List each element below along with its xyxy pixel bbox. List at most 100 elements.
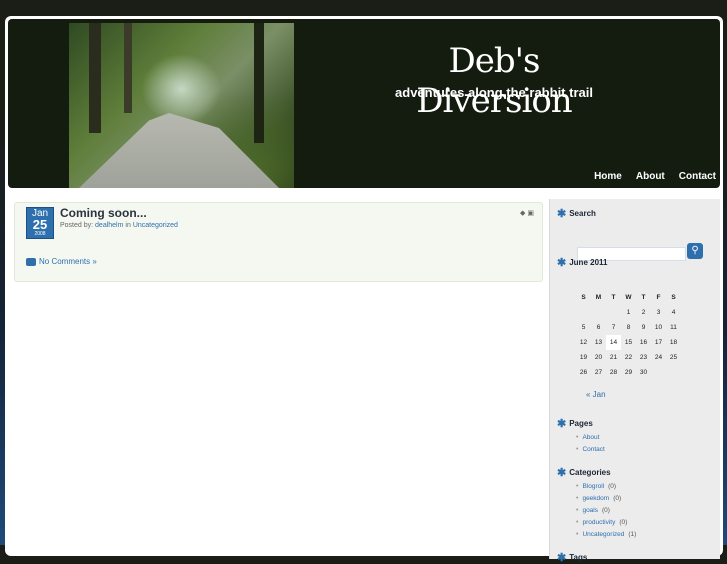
calendar-header: T — [611, 294, 616, 301]
calendar-day: 28 — [609, 369, 618, 376]
list-item: • geekdom (0) — [576, 492, 636, 504]
calendar-day: 17 — [654, 339, 663, 346]
calendar-week: 1 2 3 4 — [576, 305, 681, 320]
bullet: • — [576, 518, 579, 526]
calendar-week: 19 20 21 22 23 24 25 — [576, 350, 681, 365]
calendar-table: S M T W T F S 1 2 3 4 5 6 7 8 9 10 11 12 13 14 15 16 17 1… — [576, 290, 681, 380]
search-icon[interactable]: ⚲ — [687, 243, 703, 259]
calendar-day: 23 — [639, 354, 648, 361]
page-link-about[interactable]: About — [582, 434, 599, 441]
calendar-day: 11 — [670, 324, 677, 331]
category-link[interactable]: geekdom — [582, 495, 609, 502]
list-item: • goals (0) — [576, 504, 636, 516]
calendar-day: 14 — [606, 335, 621, 350]
main-nav: Home About Contact — [594, 171, 716, 182]
category-link[interactable]: goals — [582, 507, 598, 514]
calendar-day: 21 — [609, 354, 618, 361]
categories-widget-title: ✱ Categories — [557, 466, 611, 479]
calendar-widget-title: ✱ June 2011 — [557, 256, 607, 269]
category-count: (0) — [619, 518, 628, 526]
category-count: (0) — [602, 506, 610, 514]
calendar-week: 5 6 7 8 9 10 11 — [576, 320, 681, 335]
calendar-day: 4 — [671, 309, 676, 316]
star-icon: ✱ — [557, 418, 567, 430]
tree-trunk — [254, 23, 264, 143]
bullet: • — [576, 482, 579, 490]
page-link-contact[interactable]: Contact — [582, 446, 604, 453]
calendar-day: 7 — [611, 324, 616, 331]
calendar-day: 3 — [656, 309, 661, 316]
site-header: Deb's Diversion adventures along the rab… — [8, 19, 720, 188]
tree-trunk — [89, 23, 101, 133]
calendar-day: 25 — [669, 354, 678, 361]
calendar-day: 10 — [654, 324, 663, 331]
bullet: • — [576, 494, 579, 502]
calendar-day: 15 — [624, 339, 633, 346]
list-item: • Contact — [576, 443, 605, 455]
calendar-day: 16 — [639, 339, 648, 346]
pages-widget-title: ✱ Pages — [557, 417, 593, 430]
calendar-day — [651, 365, 666, 380]
post-card: Jan 25 2008 Coming soon... Posted by: de… — [14, 202, 543, 282]
star-icon: ✱ — [557, 257, 567, 269]
calendar-day: 20 — [594, 354, 603, 361]
header-photo — [69, 23, 294, 188]
site-tagline: adventures along the rabbit trail — [395, 85, 593, 100]
widget-title-label: Categories — [569, 468, 611, 477]
trail-path — [79, 113, 279, 188]
list-item: • Uncategorized (1) — [576, 528, 636, 540]
calendar-week: 26 27 28 29 30 — [576, 365, 681, 380]
nav-about[interactable]: About — [636, 171, 665, 182]
category-link[interactable]: Uncategorized — [582, 531, 624, 538]
author-link[interactable]: dealhelm — [95, 222, 123, 229]
calendar-day: 24 — [654, 354, 663, 361]
calendar-day — [576, 305, 591, 320]
category-count: (0) — [608, 482, 617, 490]
sidebar: ✱ Search ⚲ ✱ June 2011 S M T W T F S 123… — [549, 199, 720, 564]
calendar-day: 18 — [669, 339, 678, 346]
star-icon: ✱ — [557, 208, 567, 220]
calendar-day — [666, 365, 681, 380]
comment-icon — [26, 257, 36, 266]
star-icon: ✱ — [557, 552, 567, 564]
category-link[interactable]: Blogroll — [582, 483, 604, 490]
calendar-prev-link[interactable]: « Jan — [586, 390, 606, 399]
calendar-day: 5 — [581, 324, 586, 331]
category-link[interactable]: productivity — [582, 519, 615, 526]
date-day: 25 — [32, 217, 48, 232]
calendar-day: 19 — [579, 354, 588, 361]
collapse-icon[interactable]: ▣ — [527, 210, 536, 217]
widget-title-label: Tags — [569, 553, 588, 562]
bullet: • — [576, 506, 579, 514]
nav-contact[interactable]: Contact — [679, 171, 716, 182]
category-count: (0) — [613, 494, 622, 502]
tree-trunk — [124, 23, 132, 113]
calendar-day: 29 — [624, 369, 633, 376]
calendar-day: 6 — [596, 324, 601, 331]
category-link[interactable]: Uncategorized — [133, 222, 178, 229]
meta-in: in — [125, 222, 131, 229]
post-action-icons: ◆▣ — [520, 209, 536, 217]
list-item: • productivity (0) — [576, 516, 636, 528]
nav-home[interactable]: Home — [594, 171, 622, 182]
site-title[interactable]: Deb's Diversion — [384, 41, 604, 121]
calendar-day — [606, 305, 621, 320]
widget-title-label: June 2011 — [569, 258, 608, 267]
search-widget-title: ✱ Search — [557, 207, 596, 220]
calendar-header: S — [671, 294, 676, 301]
post-title[interactable]: Coming soon... — [60, 206, 147, 220]
calendar-week: 12 13 14 15 16 17 18 — [576, 335, 681, 350]
star-icon: ✱ — [557, 467, 567, 479]
calendar-body: 1 2 3 4 5 6 7 8 9 10 11 12 13 14 15 16 17 18 19 20 21 22 23 24 2… — [576, 305, 681, 380]
calendar-day — [591, 305, 606, 320]
pages-list: • About • Contact — [576, 431, 605, 455]
list-item: • Blogroll (0) — [576, 480, 636, 492]
category-count: (1) — [628, 530, 637, 538]
date-year: 2008 — [34, 231, 46, 237]
comments-link[interactable]: No Comments » — [39, 257, 97, 266]
meta-prefix: Posted by: — [60, 222, 94, 229]
calendar-day: 8 — [626, 324, 631, 331]
calendar-day: 22 — [624, 354, 633, 361]
post-meta: Posted by: dealhelm in Uncategorized — [60, 222, 178, 229]
widget-title-label: Pages — [569, 419, 593, 428]
